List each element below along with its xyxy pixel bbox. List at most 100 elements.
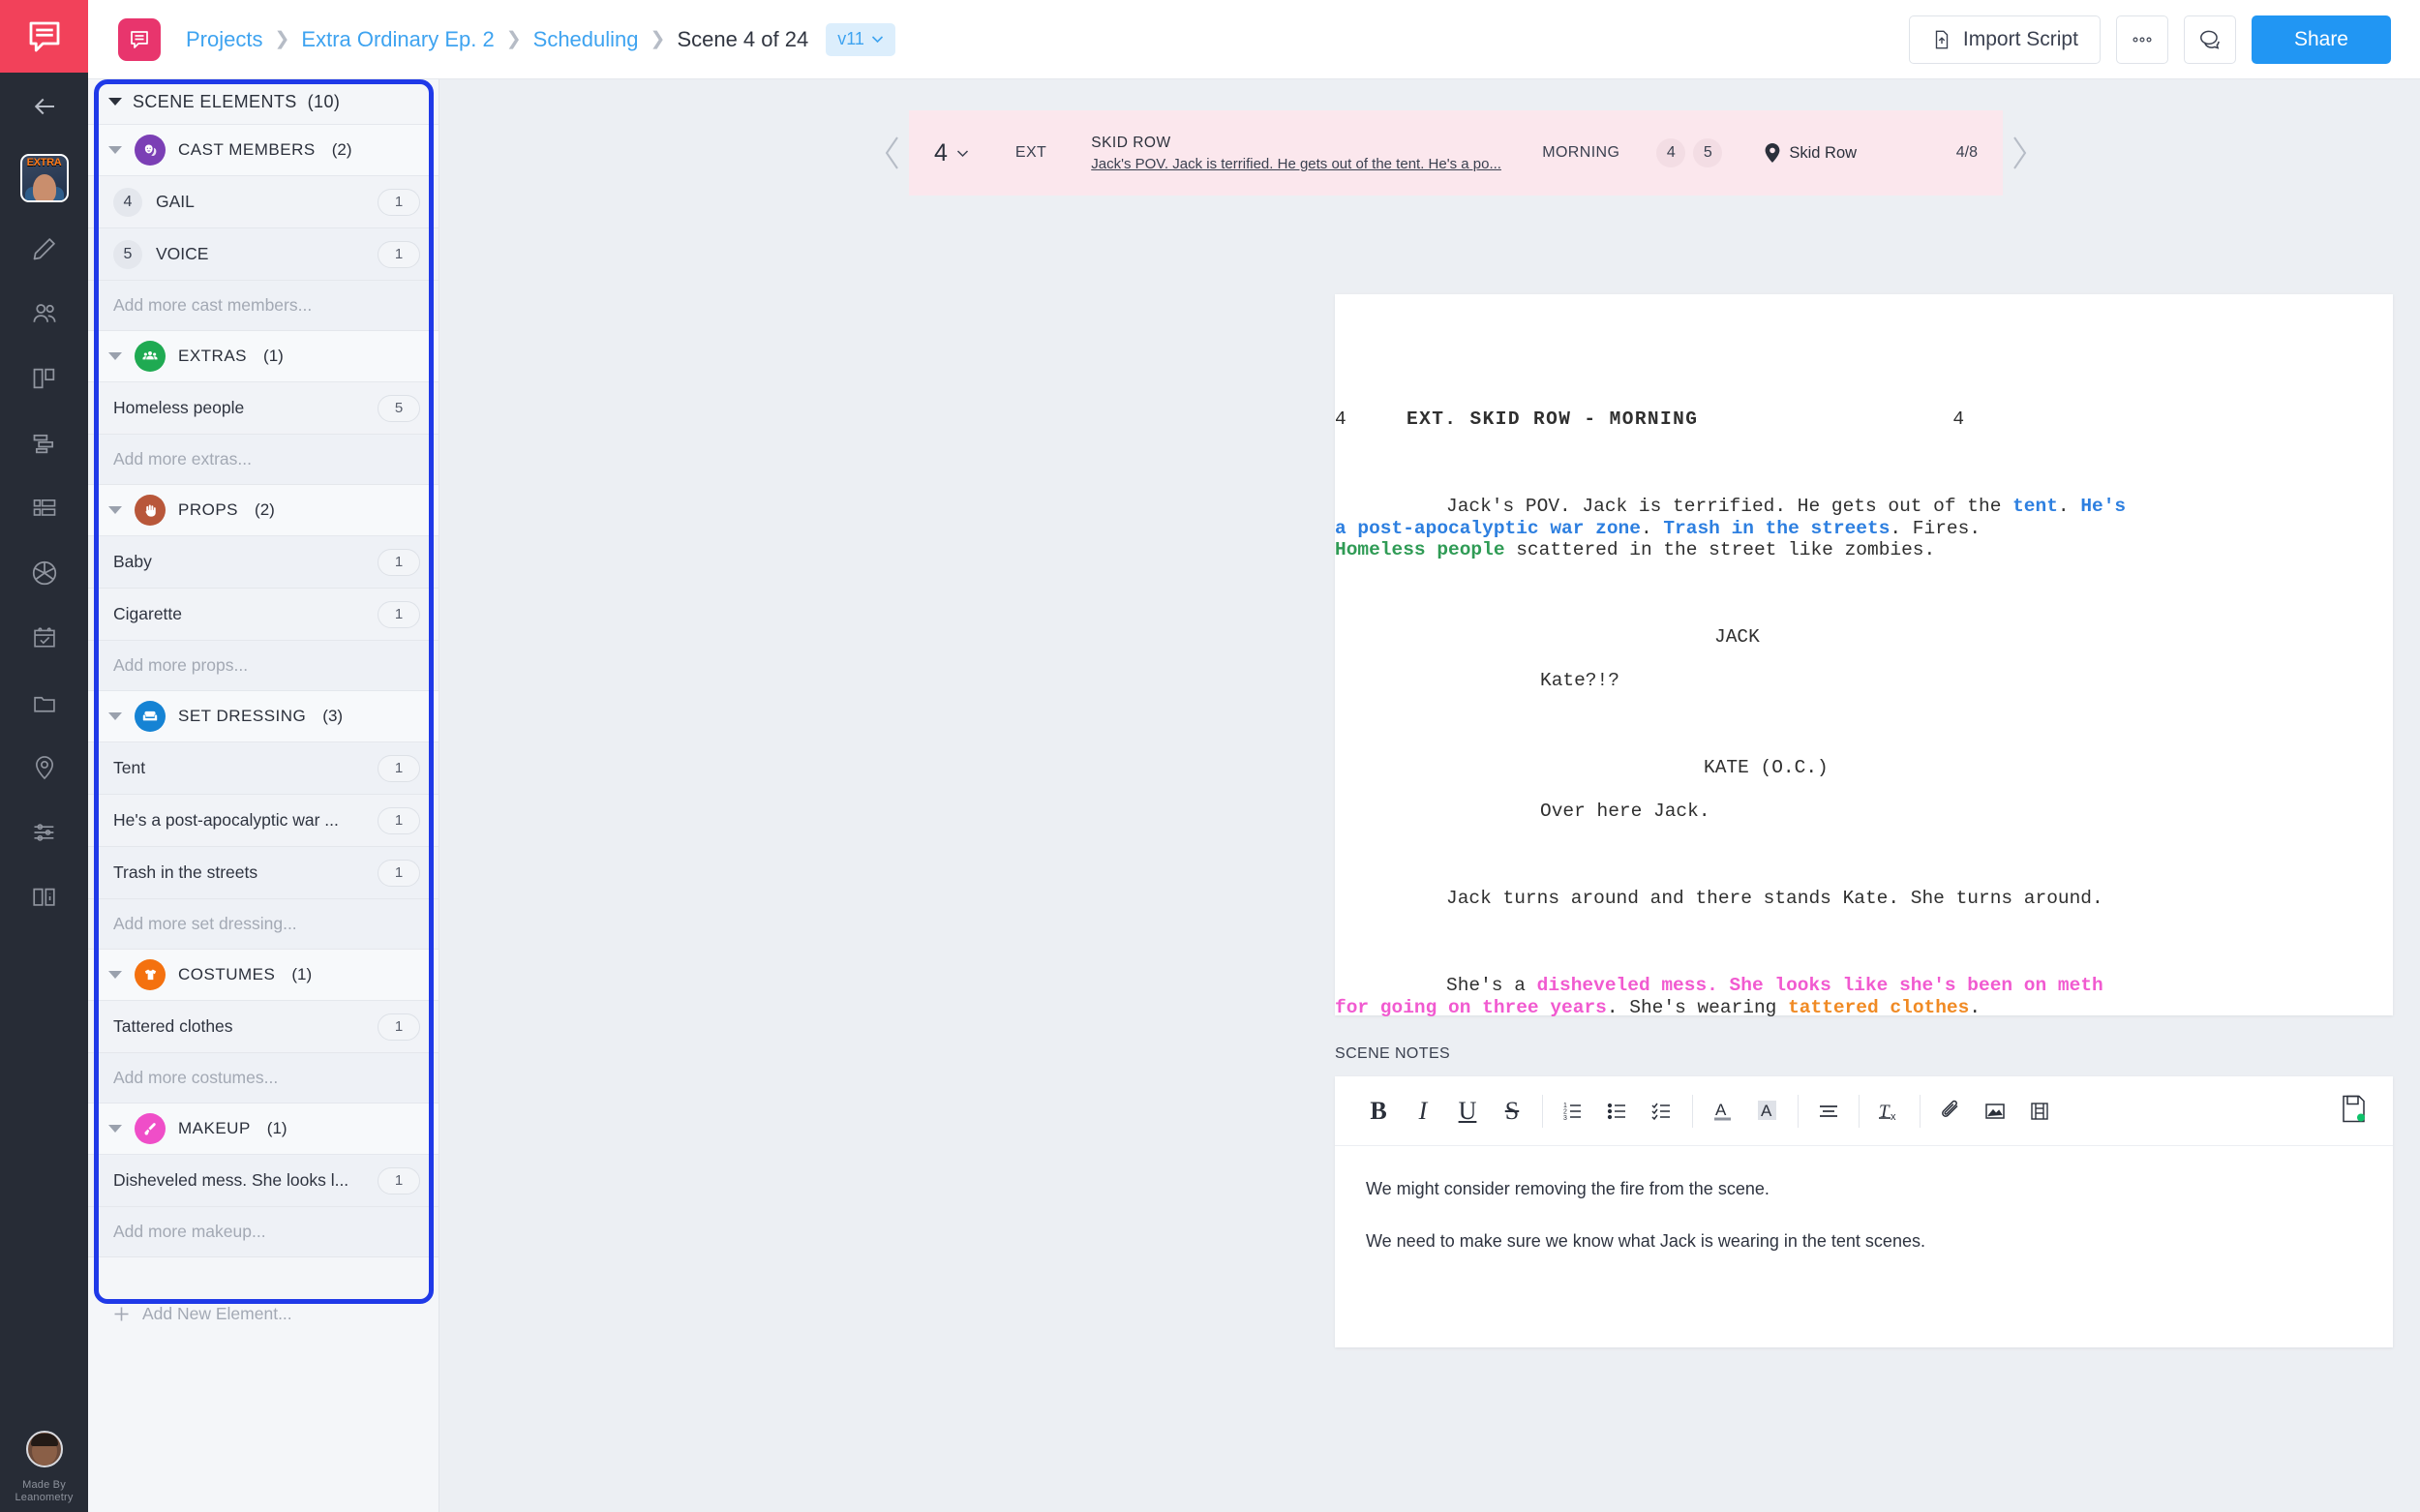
next-scene-button[interactable] bbox=[2003, 132, 2036, 174]
ordered-list-icon[interactable]: 1 2 3 bbox=[1551, 1089, 1595, 1134]
collapse-back-button[interactable] bbox=[0, 73, 88, 140]
more-options-button[interactable] bbox=[2116, 15, 2168, 64]
group-count: (1) bbox=[291, 965, 312, 984]
breadcrumb-item-scheduling[interactable]: Scheduling bbox=[533, 27, 639, 52]
breadcrumb-separator: ❯ bbox=[506, 28, 522, 50]
script-page[interactable]: 4EXT. SKID ROW - MORNING4 Jack's POV. Ja… bbox=[1335, 294, 2393, 1015]
comments-button[interactable] bbox=[2184, 15, 2236, 64]
script-dialogue-2: Over here Jack. bbox=[1335, 801, 2393, 823]
add-new-element-label: Add New Element... bbox=[142, 1304, 292, 1324]
scene-description[interactable]: Jack's POV. Jack is terrified. He gets o… bbox=[1091, 156, 1507, 172]
element-row[interactable]: Baby1 bbox=[88, 536, 439, 589]
scene-elements-panel-header[interactable]: SCENE ELEMENTS (10) bbox=[88, 79, 439, 125]
add-more-set-dressing[interactable]: Add more set dressing... bbox=[88, 899, 439, 950]
sidebar-rail-write[interactable] bbox=[0, 216, 88, 281]
scene-location-label: Skid Row bbox=[1789, 144, 1857, 163]
breadcrumb-item-project[interactable]: Extra Ordinary Ep. 2 bbox=[301, 27, 494, 52]
text-color-icon[interactable]: A bbox=[1701, 1089, 1745, 1134]
user-avatar[interactable] bbox=[26, 1431, 63, 1467]
action3-tattered-clothes[interactable]: tattered clothes bbox=[1788, 997, 1969, 1018]
bold-icon[interactable]: B bbox=[1356, 1089, 1401, 1134]
action1-homeless[interactable]: Homeless people bbox=[1335, 539, 1505, 560]
sidebar-group-extras[interactable]: EXTRAS(1) bbox=[88, 331, 439, 382]
add-new-element-button[interactable]: Add New Element... bbox=[88, 1285, 439, 1343]
checklist-icon[interactable] bbox=[1640, 1089, 1684, 1134]
element-name: Tattered clothes bbox=[113, 1016, 233, 1037]
makeup-brush-icon bbox=[135, 1113, 166, 1144]
toolbar-divider bbox=[1692, 1095, 1693, 1128]
element-row[interactable]: Homeless people5 bbox=[88, 382, 439, 435]
group-label: PROPS bbox=[178, 500, 238, 520]
toolbar-divider bbox=[1542, 1095, 1543, 1128]
strikethrough-icon[interactable]: S bbox=[1490, 1089, 1534, 1134]
add-more-cast-members[interactable]: Add more cast members... bbox=[88, 281, 439, 331]
add-more-extras[interactable]: Add more extras... bbox=[88, 435, 439, 485]
element-number: 4 bbox=[113, 188, 142, 217]
group-count: (2) bbox=[332, 140, 352, 160]
sidebar-rail-locations[interactable] bbox=[0, 735, 88, 800]
breadcrumb-item-projects[interactable]: Projects bbox=[186, 27, 262, 52]
element-row[interactable]: Disheveled mess. She looks l...1 bbox=[88, 1155, 439, 1207]
chevron-down-icon bbox=[108, 352, 122, 360]
action1-d: . Fires. bbox=[1890, 518, 1981, 539]
sidebar-rail-schedule[interactable] bbox=[0, 410, 88, 475]
clear-format-icon[interactable]: T x bbox=[1867, 1089, 1912, 1134]
cast-chip[interactable]: 4 bbox=[1656, 138, 1685, 167]
sidebar-rail-board[interactable] bbox=[0, 346, 88, 410]
character-kate: KATE (O.C.) bbox=[1704, 757, 1829, 778]
topbar-app-logo[interactable] bbox=[118, 18, 161, 61]
app-logo[interactable] bbox=[0, 0, 88, 73]
scene-strip[interactable]: 4 EXT SKID ROW Jack's POV. Jack is terri… bbox=[909, 110, 2003, 196]
sidebar-group-set-dressing[interactable]: SET DRESSING(3) bbox=[88, 691, 439, 742]
sidebar-rail-files[interactable] bbox=[0, 670, 88, 735]
chevron-down-icon bbox=[108, 98, 122, 106]
element-row[interactable]: 5VOICE1 bbox=[88, 228, 439, 281]
add-more-label: Add more props... bbox=[113, 655, 248, 676]
element-row[interactable]: Tent1 bbox=[88, 742, 439, 795]
rail-project-thumbnail[interactable]: EXTRA bbox=[0, 140, 88, 216]
underline-icon[interactable]: U bbox=[1445, 1089, 1490, 1134]
scene-notes-body[interactable]: We might consider removing the fire from… bbox=[1335, 1146, 2393, 1301]
sidebar-group-costumes[interactable]: COSTUMES(1) bbox=[88, 950, 439, 1001]
bullet-list-icon[interactable] bbox=[1595, 1089, 1640, 1134]
scene-location[interactable]: Skid Row bbox=[1765, 143, 1857, 163]
sidebar-rail-help[interactable] bbox=[0, 864, 88, 929]
sidebar-group-cast-members[interactable]: CAST MEMBERS(2) bbox=[88, 125, 439, 176]
add-more-makeup[interactable]: Add more makeup... bbox=[88, 1207, 439, 1257]
element-count-badge: 5 bbox=[378, 395, 420, 422]
save-note-button[interactable] bbox=[2339, 1093, 2368, 1129]
folder-icon bbox=[31, 689, 58, 716]
avatar-hair bbox=[31, 1434, 58, 1446]
action1-trash[interactable]: Trash in the streets bbox=[1663, 518, 1890, 539]
action1-tent[interactable]: tent bbox=[2012, 496, 2058, 517]
version-label: v11 bbox=[837, 29, 864, 49]
sidebar-rail-stripboard[interactable] bbox=[0, 475, 88, 540]
attachment-icon[interactable] bbox=[1928, 1089, 1973, 1134]
previous-scene-button[interactable] bbox=[876, 132, 909, 174]
scene-number-right: 4 bbox=[1952, 408, 1964, 430]
chevron-down-icon bbox=[108, 1125, 122, 1133]
italic-icon[interactable]: I bbox=[1401, 1089, 1445, 1134]
element-row[interactable]: 4GAIL1 bbox=[88, 176, 439, 228]
align-icon[interactable] bbox=[1806, 1089, 1851, 1134]
highlight-color-icon[interactable]: A bbox=[1745, 1089, 1790, 1134]
scene-number-selector[interactable]: 4 bbox=[934, 139, 969, 167]
image-icon[interactable] bbox=[1973, 1089, 2017, 1134]
sidebar-group-props[interactable]: PROPS(2) bbox=[88, 485, 439, 536]
sidebar-rail-tasks[interactable] bbox=[0, 605, 88, 670]
element-row[interactable]: Cigarette1 bbox=[88, 589, 439, 641]
cast-chip[interactable]: 5 bbox=[1693, 138, 1722, 167]
import-script-button[interactable]: Import Script bbox=[1909, 15, 2101, 64]
add-more-costumes[interactable]: Add more costumes... bbox=[88, 1053, 439, 1104]
sidebar-group-makeup[interactable]: MAKEUP(1) bbox=[88, 1104, 439, 1155]
add-more-props[interactable]: Add more props... bbox=[88, 641, 439, 691]
version-selector[interactable]: v11 bbox=[826, 23, 895, 56]
video-icon[interactable] bbox=[2017, 1089, 2062, 1134]
share-button[interactable]: Share bbox=[2252, 15, 2391, 64]
element-row[interactable]: He's a post-apocalyptic war ...1 bbox=[88, 795, 439, 847]
element-row[interactable]: Trash in the streets1 bbox=[88, 847, 439, 899]
sidebar-rail-settings[interactable] bbox=[0, 800, 88, 864]
sidebar-rail-cast[interactable] bbox=[0, 281, 88, 346]
sidebar-rail-shots[interactable] bbox=[0, 540, 88, 605]
element-row[interactable]: Tattered clothes1 bbox=[88, 1001, 439, 1053]
